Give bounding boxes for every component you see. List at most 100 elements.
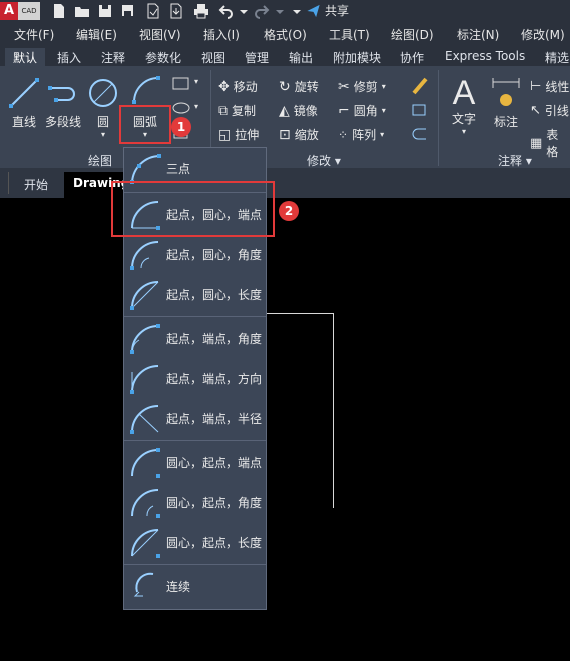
tab-parametric[interactable]: 参数化: [145, 49, 181, 66]
scale-button[interactable]: ⊡ 缩放: [279, 126, 319, 143]
app-logo[interactable]: A CAD: [0, 2, 40, 20]
menu-separator: [124, 440, 266, 441]
linear-button[interactable]: ⊢ 线性: [530, 78, 569, 95]
table-label: 表格: [546, 128, 559, 159]
text-button[interactable]: A 文字 ▾: [446, 76, 482, 136]
save-icon[interactable]: [97, 3, 113, 19]
app-logo-letter: A: [0, 2, 18, 20]
line-icon: [9, 78, 39, 108]
tab-view[interactable]: 视图: [201, 49, 225, 66]
arc-start-end-direction-icon: [130, 365, 159, 394]
table-button[interactable]: ▦ 表格: [530, 126, 570, 160]
redo-dropdown-icon[interactable]: [272, 3, 288, 19]
save-as-icon[interactable]: [120, 3, 136, 19]
arc-continue-icon: [133, 572, 154, 597]
arc-start-end-direction[interactable]: 起点，端点，方向: [124, 358, 266, 398]
new-file-icon[interactable]: [51, 3, 67, 19]
polyline-button[interactable]: 多段线: [42, 76, 84, 130]
tab-start[interactable]: 开始: [24, 176, 48, 193]
array-dropdown-icon[interactable]: ▾: [380, 130, 384, 139]
rectangle-icon[interactable]: [172, 77, 190, 91]
menu-view[interactable]: 视图(V): [139, 26, 181, 43]
tab-annotate[interactable]: 注释: [101, 49, 125, 66]
customize-toolbar-icon[interactable]: [289, 3, 305, 19]
menu-modify[interactable]: 修改(M): [521, 26, 565, 43]
circle-button[interactable]: 圆 ▾: [86, 76, 120, 139]
modify-panel-title[interactable]: 修改 ▾: [307, 152, 341, 169]
circle-dropdown-icon[interactable]: ▾: [86, 130, 120, 139]
polyline-icon: [48, 86, 75, 102]
tab-featured[interactable]: 精选: [545, 49, 569, 66]
trim-icon: ✂: [338, 78, 350, 95]
stretch-button[interactable]: ◱ 拉伸: [218, 126, 259, 143]
menu-draw[interactable]: 绘图(D): [391, 26, 434, 43]
menu-item-highlight: [111, 181, 275, 237]
tab-manage[interactable]: 管理: [245, 49, 269, 66]
arc-center-start-end-label: 圆心，起点，端点: [166, 455, 263, 470]
fillet-dropdown-icon[interactable]: ▾: [382, 106, 386, 115]
menu-bar: 文件(F) 编辑(E) 视图(V) 插入(I) 格式(O) 工具(T) 绘图(D…: [0, 22, 570, 44]
undo-dropdown-icon[interactable]: [236, 3, 252, 19]
arc-center-start-angle[interactable]: 圆心，起点，角度: [124, 482, 266, 522]
tab-insert[interactable]: 插入: [57, 49, 81, 66]
arc-start-end-angle-icon: [130, 324, 160, 354]
trim-button[interactable]: ✂ 修剪 ▾: [338, 78, 386, 95]
menu-edit[interactable]: 编辑(E): [76, 26, 117, 43]
open-web-icon[interactable]: [145, 3, 161, 19]
arc-start-end-angle-label: 起点，端点，角度: [166, 331, 263, 346]
tab-express-tools[interactable]: Express Tools: [445, 49, 525, 63]
table-icon: ▦: [530, 135, 543, 151]
share-button[interactable]: 共享: [306, 2, 349, 19]
menu-insert[interactable]: 插入(I): [203, 26, 240, 43]
hatch-icon[interactable]: [172, 101, 190, 115]
arc-center-start-length-icon: [131, 529, 160, 558]
explode-icon[interactable]: [410, 102, 430, 118]
menu-file[interactable]: 文件(F): [14, 26, 54, 43]
mirror-button[interactable]: ◭ 镜像: [279, 102, 318, 119]
tab-output[interactable]: 输出: [289, 49, 313, 66]
arc-start-end-radius-label: 起点，端点，半径: [166, 411, 263, 426]
rectangle-dropdown-icon[interactable]: ▾: [194, 77, 198, 86]
arc-continue[interactable]: 连续: [124, 566, 266, 606]
stretch-icon: ◱: [218, 126, 232, 143]
trim-dropdown-icon[interactable]: ▾: [382, 82, 386, 91]
leader-button[interactable]: ↖ 引线: [530, 102, 569, 119]
offset-icon[interactable]: [410, 126, 430, 142]
text-label: 文字: [451, 112, 476, 126]
array-button[interactable]: ⁘ 阵列 ▾: [338, 126, 384, 143]
hatch-dropdown-icon[interactable]: ▾: [194, 102, 198, 111]
erase-icon[interactable]: [410, 77, 430, 95]
fillet-button[interactable]: ⌐ 圆角 ▾: [338, 102, 386, 119]
redo-icon[interactable]: [254, 3, 270, 19]
arc-start-end-angle[interactable]: 起点，端点，角度: [124, 318, 266, 358]
line-button[interactable]: 直线: [6, 76, 42, 130]
arc-start-center-length[interactable]: 起点，圆心，长度: [124, 274, 266, 314]
arc-start-end-radius[interactable]: 起点，端点，半径: [124, 398, 266, 438]
tab-addins[interactable]: 附加模块: [333, 49, 381, 66]
arc-continue-label: 连续: [166, 579, 191, 594]
arc-center-start-end[interactable]: 圆心，起点，端点: [124, 442, 266, 482]
menu-tools[interactable]: 工具(T): [329, 26, 370, 43]
undo-icon[interactable]: [218, 3, 234, 19]
text-dropdown-icon[interactable]: ▾: [446, 127, 482, 136]
menu-dimension[interactable]: 标注(N): [457, 26, 499, 43]
share-label: 共享: [325, 4, 350, 18]
arc-start-center-angle[interactable]: 起点，圆心，角度: [124, 234, 266, 274]
open-folder-icon[interactable]: [74, 3, 90, 19]
save-web-icon[interactable]: [168, 3, 184, 19]
draw-panel-title[interactable]: 绘图: [88, 152, 112, 169]
move-button[interactable]: ✥ 移动: [218, 78, 258, 95]
menu-format[interactable]: 格式(O): [264, 26, 307, 43]
move-icon: ✥: [218, 78, 230, 95]
tab-default[interactable]: 默认: [13, 49, 37, 66]
tab-collaborate[interactable]: 协作: [400, 49, 424, 66]
arc-center-start-length[interactable]: 圆心，起点，长度: [124, 522, 266, 562]
dimension-button[interactable]: 标注: [488, 76, 524, 130]
circle-icon: [89, 79, 117, 107]
tabs-menu-handle[interactable]: [0, 172, 9, 194]
annotation-panel-title[interactable]: 注释 ▾: [498, 152, 532, 169]
print-icon[interactable]: [193, 3, 209, 19]
rotate-button[interactable]: ↻ 旋转: [279, 78, 319, 95]
app-logo-sub: CAD: [18, 2, 40, 20]
copy-button[interactable]: ⧉ 复制: [218, 102, 256, 119]
